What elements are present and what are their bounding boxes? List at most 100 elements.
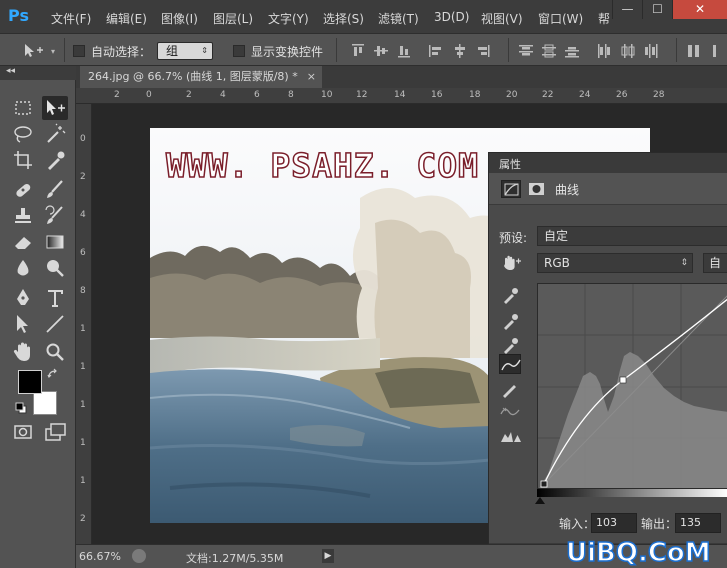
auto-select-target-dropdown[interactable]: 组 ⇕ (157, 42, 213, 60)
close-button[interactable]: ✕ (672, 0, 727, 19)
auto-select-label: 自动选择： (91, 45, 152, 59)
pen-tool-icon[interactable] (10, 286, 36, 310)
curves-graph[interactable] (537, 283, 727, 489)
window-controls: — ☐ ✕ (612, 0, 727, 20)
minimize-button[interactable]: — (612, 0, 642, 19)
photoshop-logo: Ps (8, 6, 29, 25)
type-tool-icon[interactable] (42, 286, 68, 310)
status-info-icon[interactable] (132, 549, 146, 563)
lasso-tool-icon[interactable] (10, 122, 36, 146)
background-color-swatch[interactable] (33, 391, 57, 415)
smooth-curve-icon[interactable] (499, 402, 521, 422)
curve-point-tool-icon[interactable] (499, 354, 521, 374)
ruler-tick-label: 2 (80, 172, 86, 182)
clipping-warning-icon[interactable] (499, 426, 521, 446)
toolbox-collapse-icon[interactable]: ◂◂ (0, 66, 76, 80)
menu-file[interactable]: 文件(F) (51, 10, 91, 27)
zoom-level[interactable]: 66.67% (79, 550, 121, 563)
black-point-slider[interactable] (535, 497, 545, 504)
menu-select[interactable]: 选择(S) (323, 10, 364, 27)
dodge-tool-icon[interactable] (42, 256, 68, 280)
gradient-tool-icon[interactable] (42, 230, 68, 254)
pencil-draw-icon[interactable] (499, 379, 521, 399)
input-label: 输入： (559, 517, 596, 531)
gray-point-eyedropper-icon[interactable] (499, 311, 521, 331)
more-options-icon[interactable] (711, 43, 727, 62)
zoom-tool-icon[interactable] (42, 340, 68, 364)
distribute-vcenter-icon[interactable] (541, 43, 557, 62)
ruler-tick-label: 6 (254, 90, 260, 100)
foreground-color-swatch[interactable] (18, 370, 42, 394)
clone-stamp-tool-icon[interactable] (10, 204, 36, 228)
align-top-icon[interactable] (350, 43, 366, 62)
align-left-icon[interactable] (428, 43, 444, 62)
swap-colors-icon[interactable] (47, 368, 59, 380)
layer-mask-icon[interactable] (527, 180, 547, 198)
input-value-field[interactable]: 103 (591, 513, 637, 533)
menu-bar: Ps 文件(F) 编辑(E) 图像(I) 图层(L) 文字(Y) 选择(S) 滤… (0, 0, 727, 33)
align-right-icon[interactable] (475, 43, 491, 62)
path-selection-tool-icon[interactable] (10, 312, 36, 336)
preset-dropdown[interactable]: 自定 (537, 226, 727, 246)
align-vcenter-icon[interactable] (373, 43, 389, 62)
menu-layer[interactable]: 图层(L) (213, 10, 253, 27)
menu-image[interactable]: 图像(I) (161, 10, 198, 27)
line-tool-icon[interactable] (42, 312, 68, 336)
auto-align-icon[interactable] (686, 43, 702, 62)
distribute-hcenter-icon[interactable] (620, 43, 636, 62)
menu-type[interactable]: 文字(Y) (268, 10, 309, 27)
auto-select-checkbox[interactable] (73, 45, 85, 57)
marquee-tool-icon[interactable] (10, 96, 36, 120)
ruler-tick-label: 16 (431, 90, 443, 100)
divider (676, 38, 677, 62)
quick-mask-icon[interactable] (10, 420, 36, 444)
targeted-adjustment-hand-icon[interactable] (499, 252, 523, 272)
output-value-field[interactable]: 135 (675, 513, 721, 533)
document-size-info: 文档:1.27M/5.35M (186, 552, 284, 565)
show-transform-checkbox[interactable] (233, 45, 245, 57)
default-colors-icon[interactable] (15, 402, 27, 414)
channel-dropdown[interactable]: RGB ⇕ (537, 253, 693, 273)
eraser-tool-icon[interactable] (10, 230, 36, 254)
maximize-button[interactable]: ☐ (642, 0, 672, 19)
properties-panel-header: 属性 (489, 153, 727, 173)
healing-brush-tool-icon[interactable] (10, 178, 36, 202)
menu-filter[interactable]: 滤镜(T) (378, 10, 419, 27)
ruler-tick-label: 1 (80, 438, 86, 448)
status-menu-arrow-icon[interactable]: ▶ (322, 549, 334, 563)
menu-view[interactable]: 视图(V) (481, 10, 523, 27)
menu-window[interactable]: 窗口(W) (538, 10, 583, 27)
channel-value: RGB (544, 256, 570, 270)
auto-button[interactable]: 自 (703, 253, 727, 273)
output-label: 输出： (641, 517, 678, 531)
curves-adjustment-icon[interactable] (501, 180, 521, 198)
blur-tool-icon[interactable] (10, 256, 36, 280)
align-bottom-icon[interactable] (396, 43, 412, 62)
hand-tool-icon[interactable] (10, 340, 36, 364)
move-tool-preset-icon[interactable] (22, 42, 48, 60)
move-tool-icon[interactable] (42, 96, 68, 120)
preset-dropdown-icon[interactable]: ▾ (51, 47, 55, 56)
magic-wand-tool-icon[interactable] (42, 122, 68, 146)
ruler-tick-label: 2 (114, 90, 120, 100)
white-point-eyedropper-icon[interactable] (499, 335, 521, 355)
preset-value: 自定 (544, 229, 569, 243)
eyedropper-tool-icon[interactable] (42, 148, 68, 172)
distribute-bottom-icon[interactable] (564, 43, 580, 62)
crop-tool-icon[interactable] (10, 148, 36, 172)
screen-mode-icon[interactable] (42, 420, 68, 444)
brush-tool-icon[interactable] (42, 178, 68, 202)
distribute-top-icon[interactable] (518, 43, 534, 62)
distribute-right-icon[interactable] (643, 43, 659, 62)
history-brush-tool-icon[interactable] (42, 204, 68, 228)
ruler-tick-label: 18 (469, 90, 481, 100)
menu-edit[interactable]: 编辑(E) (106, 10, 147, 27)
distribute-left-icon[interactable] (596, 43, 612, 62)
menu-help[interactable]: 帮 (598, 10, 610, 27)
menu-3d[interactable]: 3D(D) (434, 10, 469, 24)
black-point-eyedropper-icon[interactable] (499, 285, 521, 305)
tab-close-icon[interactable]: × (307, 66, 316, 88)
align-hcenter-icon[interactable] (452, 43, 468, 62)
options-bar: ▾ 自动选择： 组 ⇕ 显示变换控件 (0, 33, 727, 66)
document-tab[interactable]: 264.jpg @ 66.7% (曲线 1, 图层蒙版/8) * × (80, 66, 322, 88)
